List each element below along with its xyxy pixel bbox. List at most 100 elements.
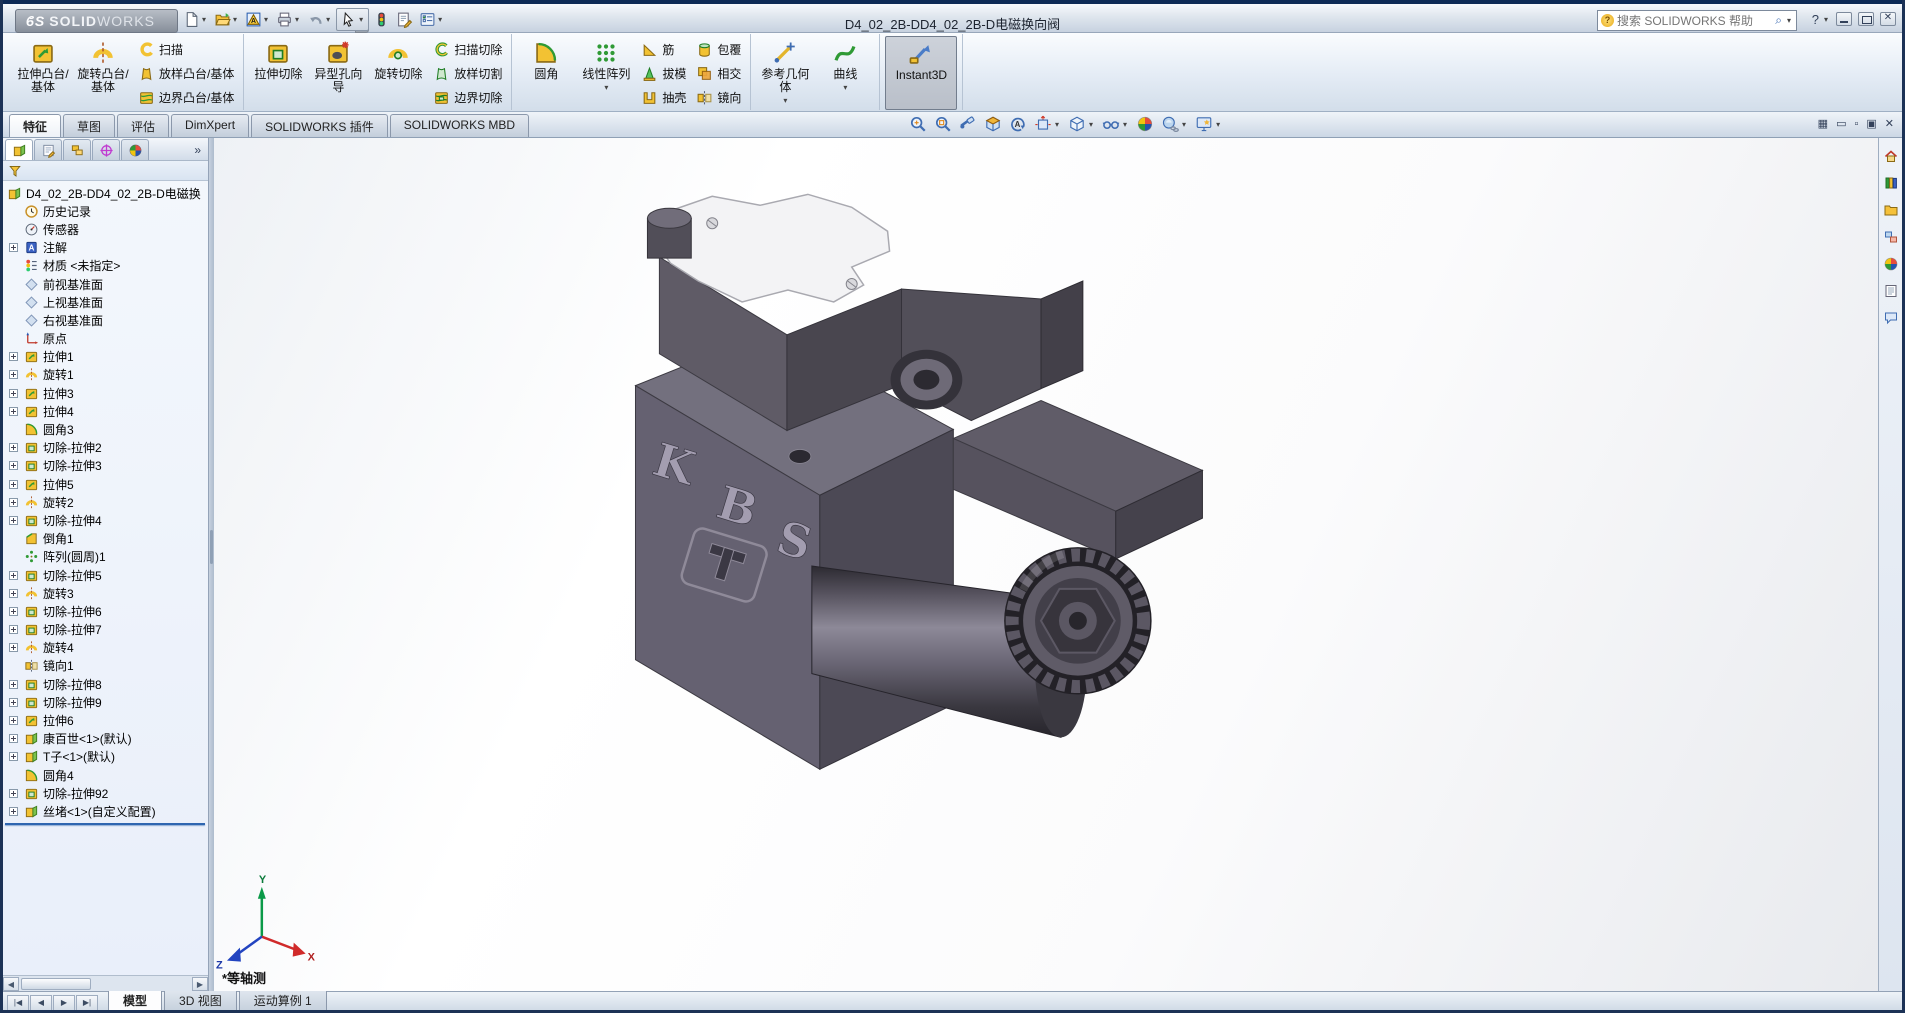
- apply-scene-button[interactable]: ▾: [1160, 114, 1189, 134]
- solidworks-forum-button[interactable]: [1881, 308, 1901, 328]
- rebuild-traffic-light-button[interactable]: [371, 9, 392, 30]
- expander-icon[interactable]: [7, 625, 20, 634]
- search-caret-icon[interactable]: ▾: [1785, 16, 1793, 25]
- tree-item[interactable]: 拉伸4: [3, 402, 208, 420]
- section-view-button[interactable]: [983, 114, 1003, 134]
- appearances-scenes-button[interactable]: [1881, 254, 1901, 274]
- dropdown-caret-icon[interactable]: ▾: [293, 15, 301, 24]
- options-button[interactable]: ▾: [417, 9, 446, 30]
- feature-filter-bar[interactable]: [3, 161, 208, 181]
- dropdown-caret-icon[interactable]: ▾: [324, 15, 332, 24]
- tab-solidworks-mbd[interactable]: SOLIDWORKS MBD: [390, 114, 529, 137]
- tab-评估[interactable]: 评估: [117, 114, 169, 137]
- ribbon-button-hole-wizard[interactable]: 异型孔向导: [309, 36, 367, 110]
- tree-item[interactable]: 前视基准面: [3, 275, 208, 293]
- expander-icon[interactable]: [7, 807, 20, 816]
- tab-solidworks-插件[interactable]: SOLIDWORKS 插件: [251, 114, 388, 137]
- search-icon[interactable]: ⌕: [1775, 13, 1782, 28]
- tree-item[interactable]: 拉伸5: [3, 475, 208, 493]
- ribbon-button-intersect[interactable]: 相交: [692, 61, 745, 85]
- scroll-left-icon[interactable]: ◀: [3, 977, 19, 991]
- tab-草图[interactable]: 草图: [63, 114, 115, 137]
- ribbon-button-wrap[interactable]: 包覆: [692, 37, 745, 61]
- tree-item[interactable]: 康百世<1>(默认): [3, 730, 208, 748]
- expander-icon[interactable]: [7, 480, 20, 489]
- model-canvas[interactable]: K B S Y: [214, 138, 1878, 991]
- tab-features[interactable]: 特征: [9, 114, 61, 137]
- tree-item[interactable]: 右视基准面: [3, 311, 208, 329]
- new-document-button[interactable]: ▾: [181, 9, 210, 30]
- dropdown-caret-icon[interactable]: ▾: [602, 81, 610, 94]
- expander-icon[interactable]: [7, 734, 20, 743]
- tree-item[interactable]: 丝堵<1>(自定义配置): [3, 802, 208, 820]
- expander-icon[interactable]: [7, 516, 20, 525]
- dropdown-caret-icon[interactable]: ▾: [841, 81, 849, 94]
- tab-dimxpert[interactable]: DimXpert: [171, 114, 249, 137]
- select-button[interactable]: ▾: [336, 8, 369, 31]
- help-menu[interactable]: ?▾: [1812, 12, 1830, 27]
- dropdown-caret-icon[interactable]: ▾: [1087, 120, 1095, 129]
- ribbon-button-loft[interactable]: 放样凸台/基体: [134, 61, 238, 85]
- zoom-to-fit-button[interactable]: [908, 114, 928, 134]
- tree-item[interactable]: 传感器: [3, 220, 208, 238]
- rollback-bar[interactable]: [5, 823, 205, 825]
- ribbon-button-boss-extrude[interactable]: 拉伸凸台/基体: [14, 36, 72, 110]
- expander-icon[interactable]: [7, 589, 20, 598]
- solidworks-resources-button[interactable]: [1881, 146, 1901, 166]
- panel-horizontal-scrollbar[interactable]: ◀ ▶: [3, 975, 208, 991]
- bottom-tab-1[interactable]: 3D 视图: [164, 991, 237, 1013]
- restore-document-button[interactable]: ▫: [1854, 115, 1858, 133]
- tree-item[interactable]: 拉伸1: [3, 348, 208, 366]
- tree-item[interactable]: 拉伸6: [3, 711, 208, 729]
- expander-icon[interactable]: [7, 716, 20, 725]
- dropdown-caret-icon[interactable]: ▾: [262, 15, 270, 24]
- configurationmanager-tab[interactable]: [63, 139, 91, 160]
- dropdown-caret-icon[interactable]: ▾: [1121, 120, 1129, 129]
- scroll-right-icon[interactable]: ▶: [192, 977, 208, 991]
- tree-item[interactable]: 旋转4: [3, 639, 208, 657]
- study-nav-button-2[interactable]: ▶: [53, 995, 75, 1011]
- dropdown-caret-icon[interactable]: ▾: [200, 15, 208, 24]
- ribbon-button-cut-extrude[interactable]: 拉伸切除: [249, 36, 307, 110]
- tree-item[interactable]: 拉伸3: [3, 384, 208, 402]
- tree-item[interactable]: 切除-拉伸7: [3, 621, 208, 639]
- tree-item[interactable]: 切除-拉伸9: [3, 693, 208, 711]
- search-input[interactable]: [1617, 14, 1772, 28]
- edit-appearance-button[interactable]: [1135, 114, 1155, 134]
- view-orientation-button[interactable]: ▾: [1033, 114, 1062, 134]
- viewport-layout-button[interactable]: ▦: [1818, 115, 1828, 133]
- expander-icon[interactable]: [7, 571, 20, 580]
- tree-item[interactable]: 历史记录: [3, 202, 208, 220]
- featuremanager-tab[interactable]: [5, 139, 33, 160]
- expander-icon[interactable]: [7, 352, 20, 361]
- open-button[interactable]: ▾: [212, 9, 241, 30]
- tree-item[interactable]: 圆角3: [3, 420, 208, 438]
- bottom-tab-2[interactable]: 运动算例 1: [239, 991, 327, 1013]
- ribbon-button-revolve[interactable]: 旋转凸台/基体: [74, 36, 132, 110]
- file-properties-button[interactable]: [394, 9, 415, 30]
- tree-item[interactable]: 切除-拉伸6: [3, 602, 208, 620]
- expander-icon[interactable]: [7, 389, 20, 398]
- tree-item[interactable]: 切除-拉伸5: [3, 566, 208, 584]
- dimxpertmanager-tab[interactable]: [92, 139, 120, 160]
- tree-item[interactable]: 旋转3: [3, 584, 208, 602]
- dropdown-caret-icon[interactable]: ▾: [781, 94, 789, 107]
- expander-icon[interactable]: [7, 789, 20, 798]
- close-document-button[interactable]: ✕: [1885, 115, 1894, 133]
- expander-icon[interactable]: [7, 498, 20, 507]
- expander-icon[interactable]: [7, 698, 20, 707]
- previous-view-button[interactable]: [958, 114, 978, 134]
- scroll-thumb[interactable]: [21, 978, 91, 990]
- restore-button[interactable]: [1858, 12, 1874, 26]
- tree-root-item[interactable]: D4_02_2B-DD4_02_2B-D电磁换: [3, 184, 208, 202]
- expander-icon[interactable]: [7, 680, 20, 689]
- tree-item[interactable]: 切除-拉伸3: [3, 457, 208, 475]
- minimize-document-button[interactable]: ▭: [1836, 115, 1846, 133]
- rotate-view-button[interactable]: A: [1008, 114, 1028, 134]
- expander-icon[interactable]: [7, 461, 20, 470]
- print-button[interactable]: ▾: [274, 9, 303, 30]
- tree-item[interactable]: 原点: [3, 330, 208, 348]
- panel-tabs-overflow[interactable]: »: [189, 143, 206, 160]
- ribbon-button-shell[interactable]: 抽壳: [637, 85, 690, 109]
- dropdown-caret-icon[interactable]: ▾: [357, 15, 365, 24]
